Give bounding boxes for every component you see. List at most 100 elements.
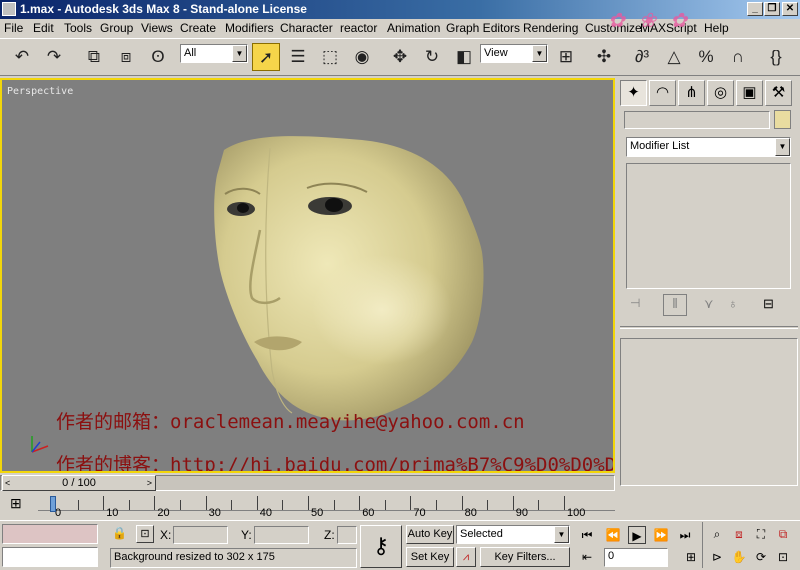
y-coordinate-field[interactable] <box>254 526 309 544</box>
menu-modifiers[interactable]: Modifiers <box>225 21 274 35</box>
modifier-list-dropdown[interactable]: Modifier List ▼ <box>626 137 791 157</box>
time-slider-thumb[interactable]: < 0 / 100 > <box>2 475 156 491</box>
maximize-viewport-icon[interactable]: ⊡ <box>774 548 792 566</box>
default-in-out-tangents-icon[interactable]: ⩘ <box>456 547 476 567</box>
current-frame-marker[interactable] <box>50 496 56 512</box>
utilities-tab-icon[interactable]: ⚒ <box>765 80 792 106</box>
zoom-all-icon[interactable]: ⧈ <box>730 525 748 543</box>
spinner-snap-icon[interactable]: ∩ <box>724 43 752 71</box>
lock-selection-icon[interactable]: 🔒 <box>112 526 127 540</box>
show-end-result-icon[interactable]: ‖ <box>663 294 687 316</box>
undo-icon[interactable]: ↶ <box>8 43 36 71</box>
timeline-tick <box>384 500 386 510</box>
select-and-rotate-icon[interactable]: ↻ <box>418 43 446 71</box>
z-coordinate-field[interactable] <box>337 526 357 544</box>
go-to-end-icon[interactable]: ⏭ <box>676 526 694 544</box>
select-and-link-icon[interactable]: ⧉ <box>80 43 108 71</box>
menu-graph-editors[interactable]: Graph Editors <box>446 21 520 35</box>
make-unique-icon[interactable]: ⋎ <box>704 296 724 314</box>
selection-filter-dropdown[interactable]: All ▼ <box>180 44 248 63</box>
timeline-tick <box>128 500 130 510</box>
hierarchy-tab-icon[interactable]: ⋔ <box>678 80 705 106</box>
motion-tab-icon[interactable]: ◎ <box>707 80 734 106</box>
select-by-name-icon[interactable]: ☰ <box>284 43 312 71</box>
timeline-tick-label: 80 <box>464 507 477 519</box>
maxscript-input[interactable] <box>2 547 98 567</box>
curve-editor-mini-icon[interactable]: ⊞ <box>10 495 32 515</box>
menu-create[interactable]: Create <box>180 21 216 35</box>
field-of-view-icon[interactable]: ⊳ <box>708 548 726 566</box>
go-to-start-icon[interactable]: ⏮ <box>578 526 596 544</box>
configure-modifier-sets-icon[interactable]: ⊟ <box>763 296 783 314</box>
x-coordinate-field[interactable] <box>173 526 228 544</box>
unlink-selection-icon[interactable]: ⧈ <box>112 43 140 71</box>
remove-modifier-icon[interactable]: ♁ <box>728 296 748 314</box>
key-filters-button[interactable]: Key Filters... <box>480 547 570 567</box>
key-mode-dropdown[interactable]: Selected ▼ <box>456 525 570 544</box>
angle-snap-icon[interactable]: △ <box>660 43 688 71</box>
set-key-icon[interactable]: ⚷ <box>360 525 402 568</box>
menu-character[interactable]: Character <box>280 21 333 35</box>
object-color-swatch[interactable] <box>774 110 791 129</box>
menu-animation[interactable]: Animation <box>387 21 440 35</box>
select-and-move-icon[interactable]: ✥ <box>386 43 414 71</box>
pin-stack-icon[interactable]: ⊣ <box>630 296 650 314</box>
chevron-left-icon[interactable]: < <box>5 476 10 490</box>
z-label: Z: <box>324 528 335 542</box>
close-button[interactable]: ✕ <box>782 2 798 16</box>
menu-tools[interactable]: Tools <box>64 21 92 35</box>
app-icon[interactable] <box>2 2 16 16</box>
menu-edit[interactable]: Edit <box>33 21 54 35</box>
zoom-extents-all-icon[interactable]: ⧉ <box>774 525 792 543</box>
pivot-center-icon[interactable]: ⊞ <box>552 43 580 71</box>
reference-coordinate-dropdown[interactable]: View ▼ <box>480 44 548 63</box>
display-tab-icon[interactable]: ▣ <box>736 80 763 106</box>
create-tab-icon[interactable]: ✦ <box>620 80 647 106</box>
maximize-button[interactable]: ❐ <box>764 2 780 16</box>
timeline-tick <box>154 496 156 510</box>
rectangular-selection-icon[interactable]: ⬚ <box>316 43 344 71</box>
time-configuration-icon[interactable]: ⊞ <box>682 548 700 566</box>
arc-rotate-icon[interactable]: ⟳ <box>752 548 770 566</box>
perspective-viewport[interactable]: Perspective 作者的邮箱：oraclemean.meayihe@yah… <box>0 78 615 473</box>
window-crossing-icon[interactable]: ◉ <box>348 43 376 71</box>
menu-reactor[interactable]: reactor <box>340 21 377 35</box>
modify-tab-icon[interactable]: ◠ <box>649 80 676 106</box>
menu-views[interactable]: Views <box>141 21 173 35</box>
time-slider[interactable]: < 0 / 100 > <box>0 474 615 492</box>
snaps-toggle-icon[interactable]: ∂³ <box>628 43 656 71</box>
previous-frame-icon[interactable]: ⏪ <box>604 526 622 544</box>
frame-display: 0 / 100 <box>62 477 96 489</box>
timeline-tick <box>231 500 233 510</box>
timeline-tick <box>512 496 514 510</box>
bind-to-space-warp-icon[interactable]: ʘ <box>144 43 172 71</box>
select-and-manipulate-icon[interactable]: ✣ <box>590 43 618 71</box>
menu-file[interactable]: File <box>4 21 23 35</box>
redo-icon[interactable]: ↷ <box>40 43 68 71</box>
menu-rendering[interactable]: Rendering <box>523 21 578 35</box>
absolute-mode-icon[interactable]: ⊡ <box>136 525 154 543</box>
object-name-field[interactable] <box>624 111 770 129</box>
minimize-button[interactable]: _ <box>747 2 763 16</box>
next-frame-icon[interactable]: ⏩ <box>652 526 670 544</box>
modifier-stack-list[interactable] <box>626 163 791 289</box>
timeline-tick <box>308 496 309 510</box>
current-frame-field[interactable]: 0 <box>604 548 668 567</box>
timeline-tick <box>282 500 284 510</box>
menu-group[interactable]: Group <box>100 21 133 35</box>
named-selection-icon[interactable]: {} <box>762 43 790 71</box>
y-label: Y: <box>241 528 252 542</box>
select-and-scale-icon[interactable]: ◧ <box>450 43 478 71</box>
track-bar[interactable]: ⊞ 0 10 20 30 40 50 60 70 80 90 100 <box>0 492 615 520</box>
chevron-right-icon[interactable]: > <box>147 476 152 490</box>
play-icon[interactable]: ▶ <box>628 526 646 544</box>
maxscript-listener-mini[interactable] <box>2 524 98 544</box>
select-object-icon[interactable]: ➚ <box>252 43 280 71</box>
key-mode-toggle-icon[interactable]: ⇤ <box>578 548 596 566</box>
pan-view-icon[interactable]: ✋ <box>730 548 748 566</box>
percent-snap-icon[interactable]: % <box>692 43 720 71</box>
set-key-button[interactable]: Set Key <box>406 547 454 567</box>
auto-key-button[interactable]: Auto Key <box>406 525 454 544</box>
zoom-icon[interactable]: ⌕ <box>708 525 726 543</box>
zoom-extents-icon[interactable]: ⛶ <box>752 525 770 543</box>
